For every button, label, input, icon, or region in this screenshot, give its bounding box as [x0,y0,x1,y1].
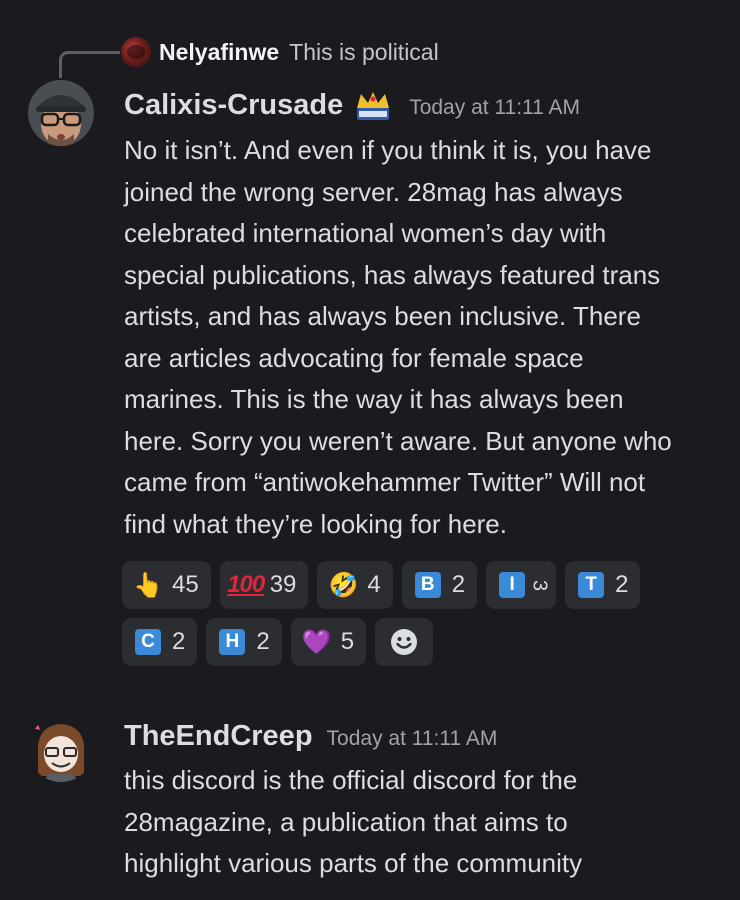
letter-i-icon: I [499,572,526,598]
message-line: here. Sorry you weren’t aware. But anyon… [124,425,672,456]
reaction-count: 3 [528,579,551,591]
hundred-points-icon: 100 [227,571,265,598]
reply-author-avatar[interactable] [121,37,151,67]
message-line: came from “antiwokehammer Twitter” Will … [124,467,646,497]
message-line: special publications, has always feature… [124,259,661,290]
reaction-hundred[interactable]: 100 39 [219,561,309,609]
letter-b-icon: B [414,572,441,598]
message-line: artists, and has always been inclusive. … [124,301,641,331]
add-reaction-button[interactable] [375,618,434,666]
message-line: 28magazine, a publication that aims to [124,806,568,837]
purple-heart-icon: 💜 [301,628,332,656]
author-name[interactable]: TheEndCreep [124,720,313,753]
message-line: find what they’re looking for here. [124,508,507,539]
message-line: No it isn’t. And even if you think it is… [124,135,652,165]
message-header: Calixis-Crusade Today at 11:11 AM [124,89,580,122]
reaction-count: 2 [172,628,186,655]
author-avatar[interactable] [28,716,94,782]
message-line: this discord is the official discord for… [124,765,578,795]
crown-badge-icon[interactable] [351,90,395,122]
message-line: are articles advocating for female space [124,342,584,373]
reaction-letter-i[interactable]: I 3 [486,561,557,609]
chat-log: Nelyafinwe This is political Calixis-Cru… [0,0,740,900]
reaction-count: 2 [451,571,466,598]
message-timestamp[interactable]: Today at 11:11 AM [409,96,580,120]
message-header: TheEndCreep Today at 11:11 AM [124,720,497,753]
message-content: No it isn’t. And even if you think it is… [124,130,730,545]
reply-preview[interactable]: Nelyafinwe This is political [121,35,439,69]
message-line: joined the wrong server. 28mag has alway… [124,176,623,207]
letter-c-icon: C [135,629,161,655]
reply-text[interactable]: This is political [289,39,439,66]
message-timestamp[interactable]: Today at 11:11 AM [327,727,498,751]
message-line: highlight various parts of the community [124,848,583,878]
reaction-letter-t[interactable]: T 2 [565,561,641,609]
message-line: marines. This is the way it has always b… [124,384,624,414]
reply-author-name[interactable]: Nelyafinwe [159,39,279,66]
reaction-point-up[interactable]: 👆 45 [122,561,211,609]
point-up-icon: 👆 [133,571,163,599]
reaction-bar: 👆 45 100 39 🤣 4 B 2 I 3 T 2 C 2 H 2 💜 5 [122,561,722,666]
reaction-count: 39 [269,571,297,598]
reaction-count: 2 [256,628,270,655]
rofl-face-icon: 🤣 [328,571,359,599]
reply-connector [59,51,120,78]
reaction-count: 4 [367,571,381,598]
reaction-letter-h[interactable]: H 2 [206,618,282,666]
reaction-purple-heart[interactable]: 💜 5 [290,618,367,666]
reaction-letter-c[interactable]: C 2 [122,618,198,666]
reaction-rofl[interactable]: 🤣 4 [317,561,393,609]
reaction-count: 45 [172,571,199,598]
reaction-letter-b[interactable]: B 2 [401,561,478,609]
letter-t-icon: T [578,572,605,598]
reaction-count: 5 [340,628,355,655]
message-line: celebrated international women’s day wit… [124,218,607,248]
message-content: this discord is the official discord for… [124,760,730,885]
author-name[interactable]: Calixis-Crusade [124,89,343,122]
letter-h-icon: H [219,629,246,655]
author-avatar[interactable] [28,80,94,146]
reaction-count: 2 [615,571,629,598]
smile-add-reaction-icon [391,629,418,655]
